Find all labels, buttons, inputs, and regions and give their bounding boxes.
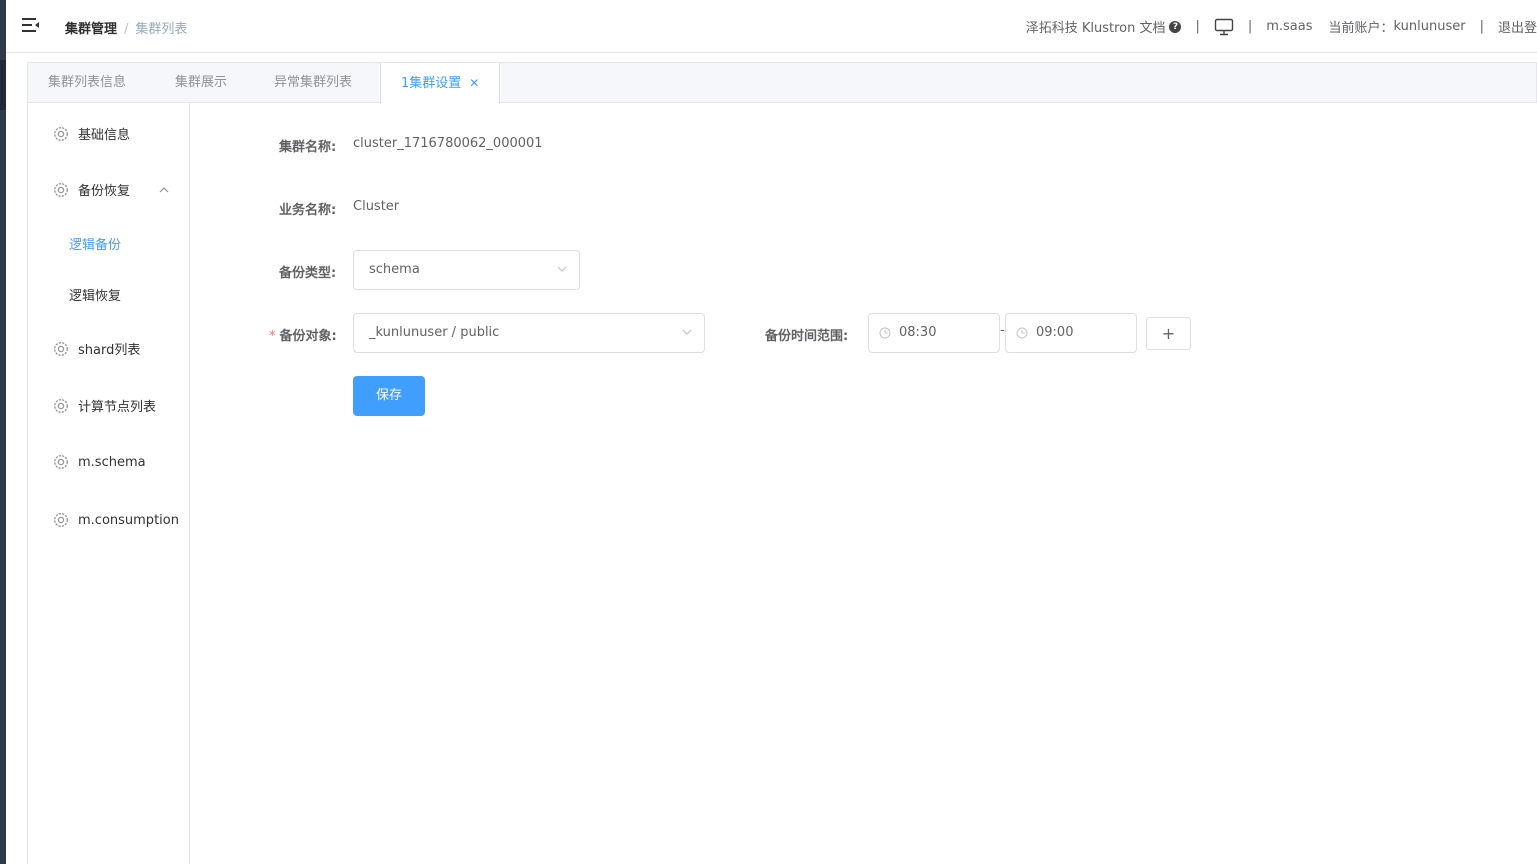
- left-edge-highlight: [0, 60, 6, 110]
- breadcrumb: 集群管理 / 集群列表: [65, 18, 187, 37]
- backup-target-label: * 备份对象:: [269, 325, 337, 344]
- gear-icon: [54, 341, 68, 356]
- sidebar-item-backup-restore[interactable]: 备份恢复: [52, 180, 130, 199]
- gear-icon: [54, 126, 68, 141]
- cluster-name-value: cluster_1716780062_000001: [353, 136, 543, 151]
- save-button[interactable]: 保存: [353, 376, 425, 416]
- backup-type-label: 备份类型:: [279, 266, 337, 281]
- add-time-range-button[interactable]: +: [1146, 317, 1191, 350]
- gear-icon: [54, 455, 68, 469]
- account-label: 当前账户：: [1328, 21, 1394, 36]
- breadcrumb-item-cluster-management[interactable]: 集群管理: [65, 22, 117, 37]
- tab-cluster-list-info[interactable]: 集群列表信息: [48, 63, 126, 103]
- sidebar-item-logical-restore[interactable]: 逻辑恢复: [69, 285, 121, 304]
- tab-abnormal-cluster-list[interactable]: 异常集群列表: [274, 63, 352, 103]
- sidebar-item-logical-backup[interactable]: 逻辑备份: [69, 234, 121, 253]
- close-icon[interactable]: ✕: [469, 76, 479, 90]
- time-end-value: 09:00: [1036, 325, 1074, 340]
- business-name-value: Cluster: [353, 199, 400, 214]
- sidebar-item-basic-info[interactable]: 基础信息: [52, 124, 130, 143]
- settings-sidebar: 基础信息 备份恢复 逻辑备份 逻辑恢复 shard列表 计算节点列表 m.sch…: [27, 103, 190, 864]
- sidebar-item-m-consumption[interactable]: m.consumption: [52, 511, 179, 529]
- sidebar-item-m-schema[interactable]: m.schema: [52, 453, 146, 471]
- backup-target-label-text: 备份对象:: [279, 329, 337, 344]
- breadcrumb-separator: /: [124, 22, 129, 37]
- backup-type-value: schema: [369, 262, 420, 277]
- required-mark: *: [269, 329, 276, 344]
- tab-cluster-settings-label: 1集群设置: [401, 76, 462, 91]
- gear-icon: [54, 182, 68, 197]
- account-name: kunlunuser: [1393, 19, 1466, 34]
- backup-type-select[interactable]: schema: [353, 250, 580, 290]
- sidebar-item-label: m.consumption: [78, 512, 179, 528]
- backup-target-select[interactable]: _kunlunuser / public: [353, 313, 705, 353]
- chevron-down-icon: [682, 329, 692, 335]
- logout-link[interactable]: 退出登: [1498, 17, 1537, 36]
- header-separator: |: [1195, 19, 1200, 34]
- time-range-separator: -: [1000, 323, 1005, 338]
- sidebar-item-label: 基础信息: [78, 128, 131, 143]
- help-icon[interactable]: ?: [1169, 20, 1182, 33]
- backup-time-range-label: 备份时间范围:: [765, 329, 849, 344]
- sidebar-item-compute-node-list[interactable]: 计算节点列表: [52, 396, 156, 415]
- app-left-edge: [0, 0, 6, 864]
- tab-bar: 集群列表信息 集群展示 异常集群列表 1集群设置 ✕: [27, 62, 1537, 104]
- docs-link[interactable]: 泽拓科技 Klustron 文档: [1026, 17, 1166, 36]
- time-start-input[interactable]: 08:30: [868, 313, 1000, 353]
- clock-icon: [879, 327, 891, 339]
- sidebar-item-shard-list[interactable]: shard列表: [52, 339, 140, 358]
- monitor-icon[interactable]: [1214, 18, 1234, 36]
- tab-cluster-settings[interactable]: 1集群设置 ✕: [380, 63, 501, 104]
- sidebar-item-label: 备份恢复: [78, 184, 131, 199]
- business-name-label: 业务名称:: [279, 203, 337, 218]
- breadcrumb-item-cluster-list: 集群列表: [135, 22, 188, 37]
- chevron-up-icon[interactable]: [159, 187, 169, 193]
- clock-icon: [1016, 327, 1028, 339]
- sidebar-item-label: 计算节点列表: [78, 400, 157, 415]
- cluster-name-label: 集群名称:: [279, 140, 337, 155]
- time-end-input[interactable]: 09:00: [1005, 313, 1137, 353]
- menu-toggle-icon[interactable]: [22, 17, 40, 33]
- backup-target-value: _kunlunuser / public: [369, 325, 500, 340]
- top-bar: 集群管理 / 集群列表 泽拓科技 Klustron 文档 ? | | m.saas …: [6, 0, 1537, 53]
- sidebar-item-label: m.schema: [78, 454, 146, 470]
- header-separator: |: [1479, 19, 1484, 34]
- header-right: 泽拓科技 Klustron 文档 ? | | m.saas 当前账户： kunlu…: [1026, 17, 1537, 36]
- header-separator: |: [1247, 19, 1253, 34]
- time-start-value: 08:30: [899, 325, 937, 340]
- user-name[interactable]: m.saas: [1266, 19, 1312, 34]
- sidebar-item-label: shard列表: [78, 343, 141, 358]
- chevron-down-icon: [557, 266, 567, 272]
- gear-icon: [54, 398, 68, 413]
- gear-icon: [54, 513, 68, 527]
- tab-cluster-display[interactable]: 集群展示: [175, 63, 227, 103]
